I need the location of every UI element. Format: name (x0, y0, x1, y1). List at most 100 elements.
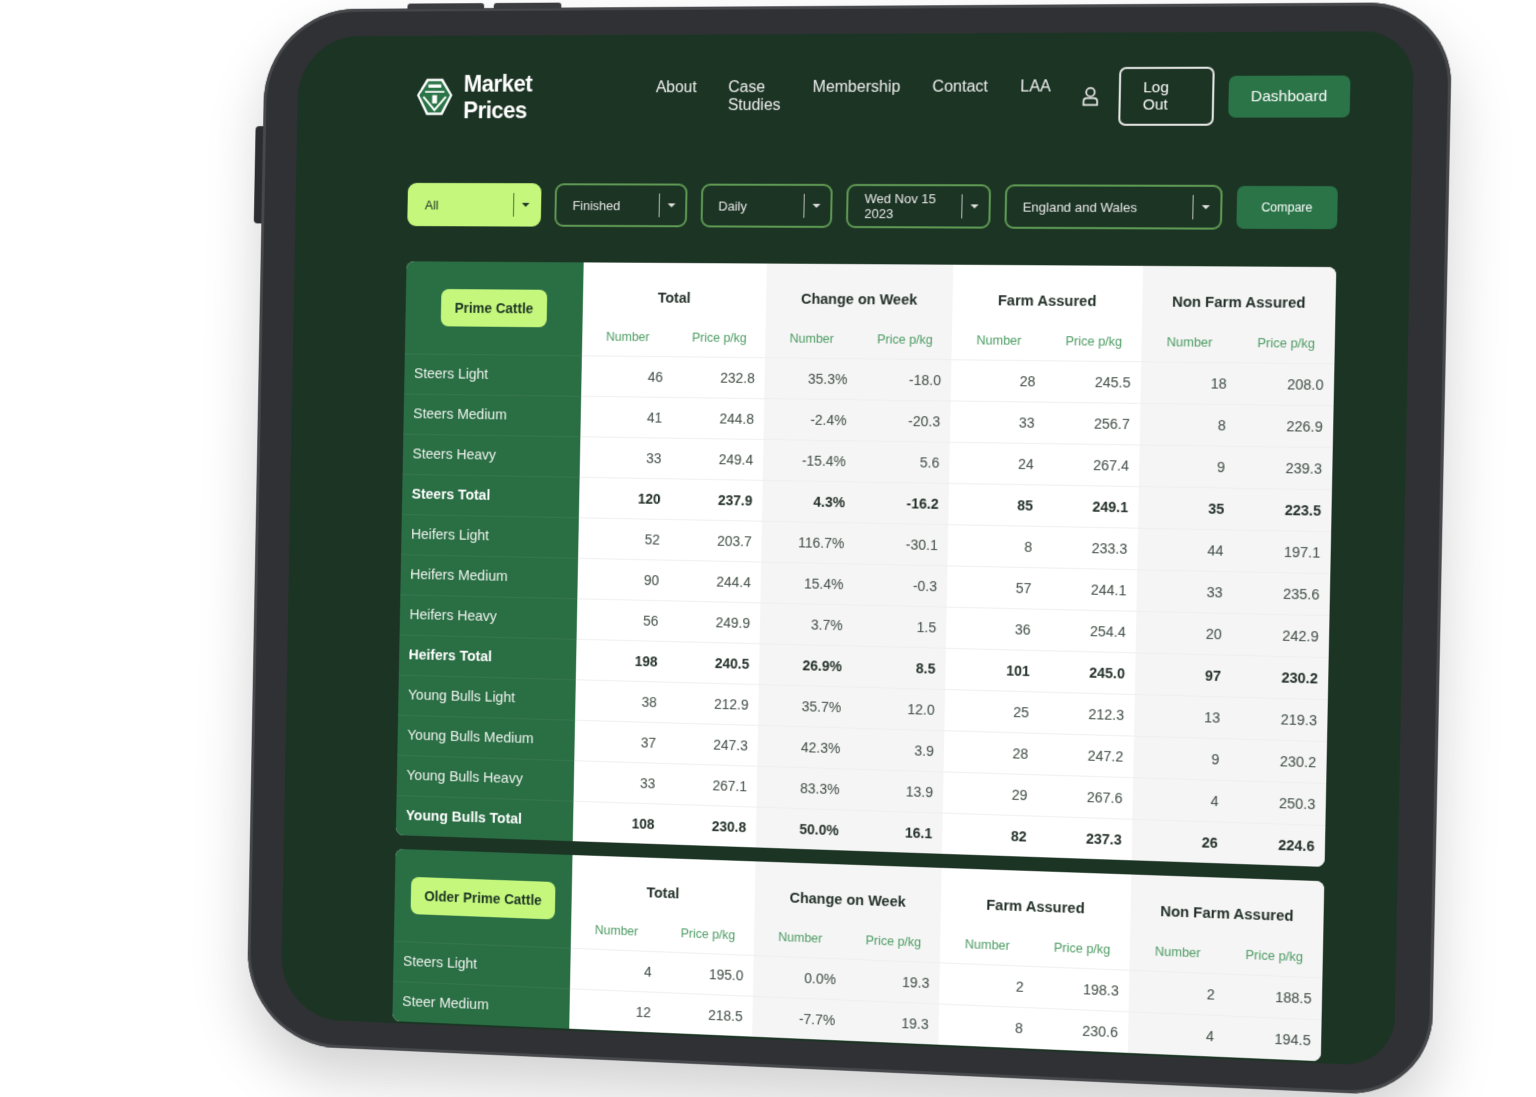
row-label: Heifers Medium (400, 554, 579, 599)
cell-price: 3.9 (914, 742, 935, 760)
cell-number: 198 (634, 653, 658, 670)
cell-number: 33 (645, 450, 662, 467)
sub-header-price: Price p/kg (1053, 940, 1111, 957)
cell-price: 250.3 (1278, 794, 1316, 813)
dashboard-button[interactable]: Dashboard (1227, 74, 1351, 118)
nav-link-case-studies[interactable]: Case Studies (728, 79, 781, 115)
column-group-header: Change on Week Number Price p/kg (765, 264, 953, 360)
sub-header-row: Number Price p/kg (1130, 943, 1323, 965)
column-group-title: Change on Week (800, 291, 918, 309)
row-label: Heifers Heavy (399, 594, 578, 639)
cell-price: 247.2 (1087, 747, 1124, 765)
date-select[interactable]: Wed Nov 15 2023 (846, 183, 991, 229)
table-row: 26 224.6 (1131, 818, 1326, 867)
cell-number: 18 (1210, 375, 1227, 392)
cell-number: 8 (1217, 417, 1226, 434)
column-group-header: Non Farm Assured Number Price p/kg (1129, 875, 1324, 978)
category-select[interactable]: All (407, 182, 542, 227)
sub-header-number: Number (964, 937, 1010, 953)
cell-number: -7.7% (798, 1010, 836, 1029)
cell-price: 247.3 (713, 736, 748, 754)
cell-price: 267.6 (1086, 788, 1123, 807)
table-row: -15.4% 5.6 (762, 438, 950, 483)
cell-number: 0.0% (804, 969, 837, 988)
cell-number: 35.3% (807, 370, 848, 388)
cell-number: 3.7% (810, 616, 843, 634)
user-icon[interactable] (1081, 84, 1100, 108)
cell-number: 4 (1210, 792, 1219, 810)
sub-header-number: Number (1154, 944, 1201, 961)
table-row: 2 188.5 (1128, 969, 1323, 1020)
table-row: 37 247.3 (574, 719, 759, 766)
sub-header-number: Number (605, 329, 650, 345)
table-row: 0.0% 19.3 (752, 954, 940, 1004)
cell-number: 36 (1014, 621, 1031, 638)
table-row: 120 237.9 (578, 476, 763, 521)
region-select[interactable]: England and Wales (1004, 184, 1223, 230)
cell-price: 218.5 (707, 1006, 743, 1025)
frequency-select[interactable]: Daily (700, 183, 834, 228)
table-row: 33 256.7 (949, 400, 1141, 445)
cell-price: 244.1 (1090, 581, 1127, 599)
cell-price: 233.3 (1091, 539, 1128, 557)
cell-price: -0.3 (912, 577, 938, 595)
cell-price: -16.2 (906, 495, 939, 512)
table-row: 85 249.1 (948, 482, 1139, 528)
compare-button[interactable]: Compare (1236, 185, 1338, 230)
table-row: 41 244.8 (580, 395, 765, 439)
table-row: 101 245.0 (945, 647, 1136, 695)
nav-link-membership[interactable]: Membership (812, 79, 900, 115)
column-group-title: Total (646, 885, 680, 903)
table-row: 4 194.5 (1127, 1011, 1322, 1062)
cell-number: 2 (1015, 978, 1024, 995)
table-row: 52 203.7 (578, 517, 762, 562)
cell-price: 195.0 (708, 966, 744, 984)
sub-header-row: Number Price p/kg (765, 331, 952, 347)
cell-price: 197.1 (1283, 543, 1321, 561)
sub-header-number: Number (594, 923, 639, 939)
table-row: 24 267.4 (949, 441, 1140, 487)
volume-button (407, 3, 485, 10)
table-row: 198 240.5 (575, 638, 760, 685)
cell-price: 245.0 (1089, 664, 1126, 682)
logout-button[interactable]: Log Out (1117, 66, 1215, 126)
column-group-farm-assured: Farm Assured Number Price p/kg 28 245.5 33 256… (941, 265, 1143, 861)
sub-header-price: Price p/kg (1257, 335, 1316, 351)
cell-price: 198.3 (1082, 981, 1119, 999)
cell-price: 219.3 (1280, 711, 1318, 729)
table-row: 35.7% 12.0 (758, 684, 946, 731)
cell-price: 244.8 (719, 410, 755, 427)
table-row: 97 230.2 (1134, 652, 1329, 700)
row-label: Young Bulls Heavy (396, 754, 575, 801)
cell-price: 13.9 (905, 783, 934, 801)
cell-number: 35.7% (801, 698, 842, 716)
cell-price: 256.7 (1093, 415, 1130, 433)
cell-number: 46 (647, 368, 664, 385)
nav-link-about[interactable]: About (655, 79, 697, 115)
column-group-title: Non Farm Assured (1171, 294, 1306, 312)
sub-header-number: Number (789, 331, 834, 346)
cell-price: 226.9 (1286, 418, 1323, 435)
cell-number: 8 (1014, 1019, 1024, 1037)
nav-link-contact[interactable]: Contact (932, 79, 988, 115)
cell-price: 19.3 (901, 1015, 929, 1033)
laa-logo-icon[interactable] (415, 73, 455, 122)
nav-link-laa[interactable]: LAA (1020, 78, 1051, 114)
cell-price: 267.4 (1093, 456, 1130, 474)
cell-price: 223.5 (1284, 501, 1322, 519)
cell-number: 28 (1012, 745, 1029, 762)
cell-price: 254.4 (1089, 622, 1126, 641)
table-row: 116.7% -30.1 (761, 520, 949, 566)
cell-price: 240.5 (714, 655, 750, 672)
cell-price: -20.3 (908, 412, 941, 430)
type-select[interactable]: Finished (554, 183, 688, 228)
cell-price: -30.1 (905, 536, 938, 554)
cell-number: 85 (1017, 497, 1034, 514)
cell-number: -2.4% (810, 411, 847, 429)
column-group-header: Total Number Price p/kg (582, 262, 767, 357)
chevron-down-icon (970, 204, 979, 209)
cell-price: 244.4 (716, 573, 752, 591)
table-row: 20 242.9 (1135, 610, 1330, 658)
table-row: 12 218.5 (569, 988, 753, 1037)
table-row: 18 208.0 (1140, 361, 1335, 406)
